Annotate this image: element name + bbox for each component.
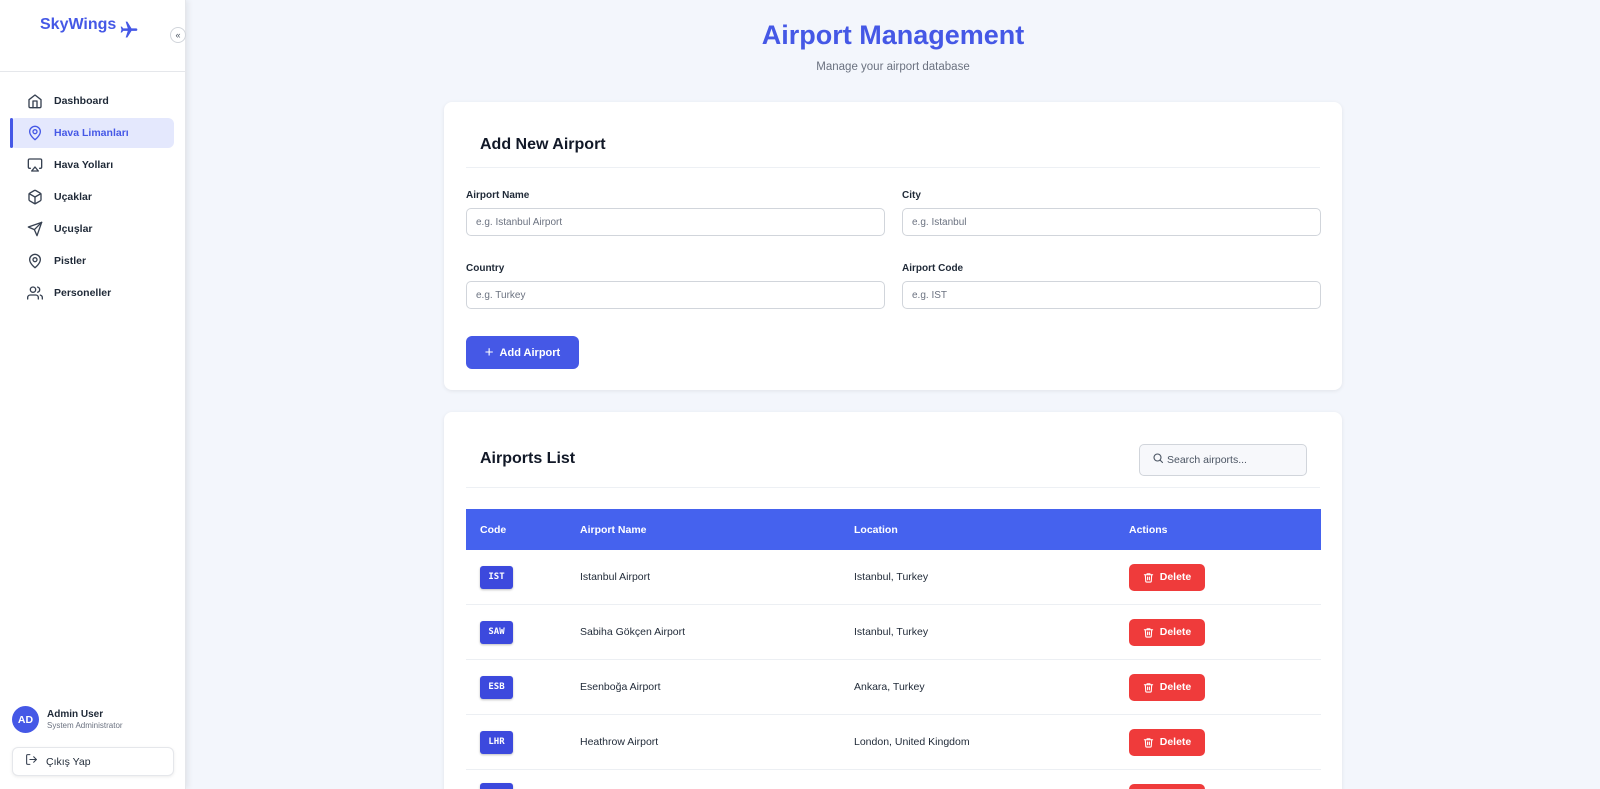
airport-name-cell: Heathrow Airport (580, 736, 659, 748)
delete-button[interactable]: Delete (1129, 563, 1205, 591)
column-header-location[interactable]: Location (854, 524, 1129, 536)
search-icon (1152, 451, 1164, 469)
delete-button[interactable]: Delete (1129, 673, 1205, 701)
sidebar-item-pistler[interactable]: Pistler (10, 246, 174, 276)
sidebar-item-personeller[interactable]: Personeller (10, 278, 174, 308)
column-header-airport-name[interactable]: Airport Name (580, 524, 854, 536)
airplay-icon (27, 157, 43, 173)
sidebar-item-hava-limanlari[interactable]: Hava Limanları (10, 118, 174, 148)
table-row: ESB Esenboğa Airport Ankara, Turkey Dele… (466, 660, 1321, 715)
page-title: Airport Management (761, 20, 1025, 50)
home-icon (27, 93, 43, 109)
brand-name[interactable]: SkyWings (40, 16, 116, 34)
add-airport-title: Add New Airport (480, 136, 606, 153)
trash-icon (1143, 737, 1153, 748)
sidebar-item-label: Pistler (54, 255, 87, 267)
airport-code-badge (480, 783, 513, 789)
airport-code-badge: IST (480, 565, 513, 589)
plane-icon (119, 20, 139, 40)
users-icon (27, 285, 43, 301)
airports-list-title: Airports List (480, 450, 576, 467)
sidebar-nav: Dashboard Hava Limanları Hava Yolları Uç… (0, 86, 186, 310)
sidebar-item-dashboard[interactable]: Dashboard (10, 86, 174, 116)
delete-label: Delete (1159, 626, 1192, 638)
city-input[interactable] (902, 208, 1321, 236)
trash-icon (1143, 627, 1153, 638)
card-divider (466, 487, 1320, 488)
table-header: Code Airport Name Location Actions (466, 509, 1321, 550)
trash-icon (1143, 682, 1153, 693)
table-row: LHR Heathrow Airport London, United King… (466, 715, 1321, 770)
table-row: IST Istanbul Airport Istanbul, Turkey De… (466, 550, 1321, 605)
location-cell: London, United Kingdom (854, 736, 970, 748)
sidebar-item-label: Uçuşlar (54, 223, 93, 235)
delete-button[interactable]: Delete (1129, 728, 1205, 756)
sidebar-item-label: Personeller (54, 287, 112, 299)
sidebar-item-hava-yollari[interactable]: Hava Yolları (10, 150, 174, 180)
main-content: Airport Management Manage your airport d… (186, 0, 1600, 789)
location-cell: Istanbul, Turkey (854, 571, 929, 583)
airport-name-cell: Esenboğa Airport (580, 681, 661, 693)
airport-code-badge: ESB (480, 675, 513, 699)
trash-icon (1143, 572, 1153, 583)
location-cell: Ankara, Turkey (854, 681, 925, 693)
sidebar-collapse-button[interactable]: « (170, 27, 186, 43)
column-header-code[interactable]: Code (466, 524, 580, 536)
delete-label: Delete (1159, 736, 1192, 748)
logout-label: Çıkış Yap (46, 755, 91, 768)
user-profile: AD Admin User System Administrator (12, 706, 123, 733)
delete-button[interactable]: Delete (1129, 783, 1205, 789)
delete-button[interactable]: Delete (1129, 618, 1205, 646)
table-row: SAW Sabiha Gökçen Airport Istanbul, Turk… (466, 605, 1321, 660)
user-role: System Administrator (47, 721, 123, 730)
user-meta: Admin User System Administrator (47, 709, 123, 730)
brand-area: SkyWings « (0, 0, 186, 72)
user-name: Admin User (47, 709, 104, 720)
logout-button[interactable]: Çıkış Yap (12, 747, 174, 776)
sidebar-item-label: Uçaklar (54, 191, 92, 203)
avatar: AD (12, 706, 39, 733)
sidebar: SkyWings « Dashboard Hava Limanları Hava… (0, 0, 186, 789)
sidebar-item-label: Dashboard (54, 95, 109, 107)
airport-code-badge: LHR (480, 730, 513, 754)
column-header-actions: Actions (1129, 523, 1168, 536)
sidebar-item-label: Hava Limanları (54, 127, 129, 139)
airport-name-cell: Istanbul Airport (580, 571, 651, 583)
sidebar-item-ucaklar[interactable]: Uçaklar (10, 182, 174, 212)
page-subtitle: Manage your airport database (816, 61, 970, 73)
sidebar-item-ucuslar[interactable]: Uçuşlar (10, 214, 174, 244)
airport-name-input[interactable] (466, 208, 885, 236)
add-airport-label: Add Airport (499, 346, 561, 359)
card-divider (466, 167, 1320, 168)
airport-code-label: Airport Code (902, 263, 964, 274)
map-pin-icon (27, 253, 43, 269)
delete-label: Delete (1159, 571, 1192, 583)
airport-code-input[interactable] (902, 281, 1321, 309)
sidebar-item-label: Hava Yolları (54, 159, 114, 171)
country-input[interactable] (466, 281, 885, 309)
navigation-icon (27, 221, 43, 237)
delete-label: Delete (1159, 681, 1192, 693)
location-cell: Istanbul, Turkey (854, 626, 929, 638)
package-icon (27, 189, 43, 205)
airports-list-card: Airports List Code Airport Name Location… (444, 412, 1342, 789)
table-row: Delete (466, 770, 1321, 789)
airport-code-badge: SAW (480, 620, 513, 644)
add-airport-card: Add New Airport Airport Name City Countr… (444, 102, 1342, 390)
airport-name-label: Airport Name (466, 190, 530, 201)
add-airport-button[interactable]: + Add Airport (466, 336, 579, 369)
search-input[interactable] (1167, 454, 1297, 466)
city-label: City (902, 190, 921, 201)
airports-table: Code Airport Name Location Actions IST I… (466, 509, 1321, 789)
map-pin-icon (27, 125, 43, 141)
logout-icon (25, 753, 38, 771)
country-label: Country (466, 263, 505, 274)
airport-name-cell: Sabiha Gökçen Airport (580, 626, 686, 638)
plus-icon: + (484, 344, 494, 361)
search-box (1139, 444, 1307, 476)
